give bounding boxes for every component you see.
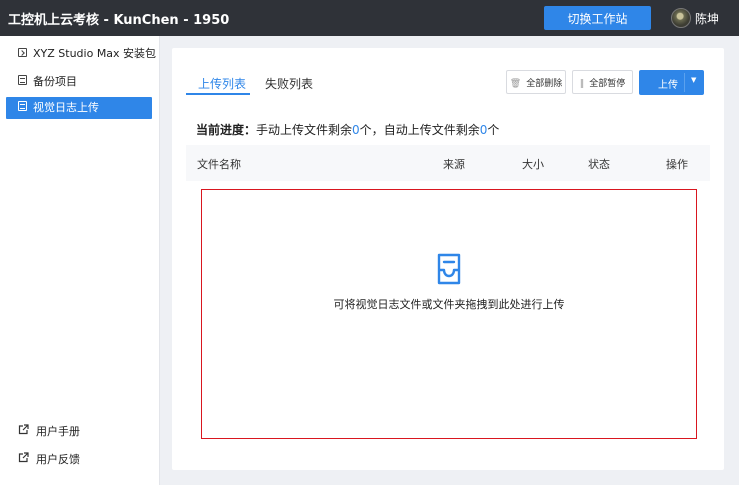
upload-button[interactable]: 上传 ▼ (639, 70, 704, 95)
sidebar-item-label: 备份项目 (33, 75, 77, 88)
progress-unit: 个 (487, 123, 500, 137)
sidebar-item-label: 视觉日志上传 (33, 101, 99, 114)
app-title: 工控机上云考核 - KunChen - 1950 (8, 13, 230, 28)
column-size[interactable]: 大小 (522, 156, 544, 172)
manual-remaining-text: 手动上传文件剩余 (256, 123, 353, 137)
switch-workstation-button[interactable]: 切换工作站 (544, 6, 651, 30)
main-panel: 上传列表 失败列表 🗑 全部删除 ‖ 全部暂停 上传 ▼ 当前进度：手动上传文件剩余… (172, 48, 724, 470)
user-manual-label: 用户手册 (36, 425, 80, 438)
pause-all-label: 全部暂停 (589, 78, 626, 89)
document-icon (18, 97, 28, 119)
chevron-down-icon[interactable]: ▼ (691, 76, 696, 84)
column-actions[interactable]: 操作 (666, 156, 688, 172)
auto-remaining-text: 自动上传文件剩余 (383, 123, 480, 137)
user-feedback-label: 用户反馈 (36, 453, 80, 466)
upload-progress: 当前进度：手动上传文件剩余0个，自动上传文件剩余0个 (196, 121, 499, 138)
tab-failed-list[interactable]: 失败列表 (265, 75, 313, 92)
sidebar-item-label: XYZ Studio Max 安装包 (33, 47, 157, 60)
sidebar-item-backup-project[interactable]: 备份项目 (6, 71, 152, 93)
sidebar: XYZ Studio Max 安装包 备份项目 视觉日志上传 用户手册 用户反馈 (0, 36, 160, 485)
backup-icon (18, 71, 28, 93)
avatar[interactable] (671, 8, 691, 28)
tab-upload-list[interactable]: 上传列表 (198, 75, 246, 92)
column-source[interactable]: 来源 (443, 156, 465, 172)
user-name[interactable]: 陈坤 (695, 10, 719, 27)
package-icon (18, 43, 28, 65)
sidebar-item-xyz-studio-max-package[interactable]: XYZ Studio Max 安装包 (6, 43, 156, 65)
pause-icon: ‖ (579, 78, 585, 89)
drop-zone-hint: 可将视觉日志文件或文件夹拖拽到此处进行上传 (333, 298, 565, 311)
table-header: 文件名称 来源 大小 状态 操作 (186, 145, 710, 181)
delete-all-label: 全部删除 (526, 78, 563, 89)
inbox-upload-icon (437, 253, 461, 285)
file-drop-zone[interactable]: 可将视觉日志文件或文件夹拖拽到此处进行上传 (201, 189, 697, 439)
sidebar-item-vision-log-upload[interactable]: 视觉日志上传 (6, 97, 152, 119)
delete-all-button[interactable]: 🗑 全部删除 (506, 70, 566, 94)
manual-remaining-count: 0 (352, 123, 360, 137)
active-tab-indicator (186, 93, 250, 95)
column-file-name[interactable]: 文件名称 (197, 156, 241, 172)
upload-label: 上传 (658, 80, 678, 91)
column-status[interactable]: 状态 (588, 156, 610, 172)
external-link-icon (18, 451, 30, 469)
progress-unit: 个， (359, 123, 384, 137)
pause-all-button[interactable]: ‖ 全部暂停 (572, 70, 633, 94)
trash-icon: 🗑 (509, 78, 522, 89)
progress-prefix: 当前进度： (196, 123, 257, 137)
external-link-icon (18, 423, 30, 441)
top-bar: 工控机上云考核 - KunChen - 1950 切换工作站 陈坤 (0, 0, 739, 36)
